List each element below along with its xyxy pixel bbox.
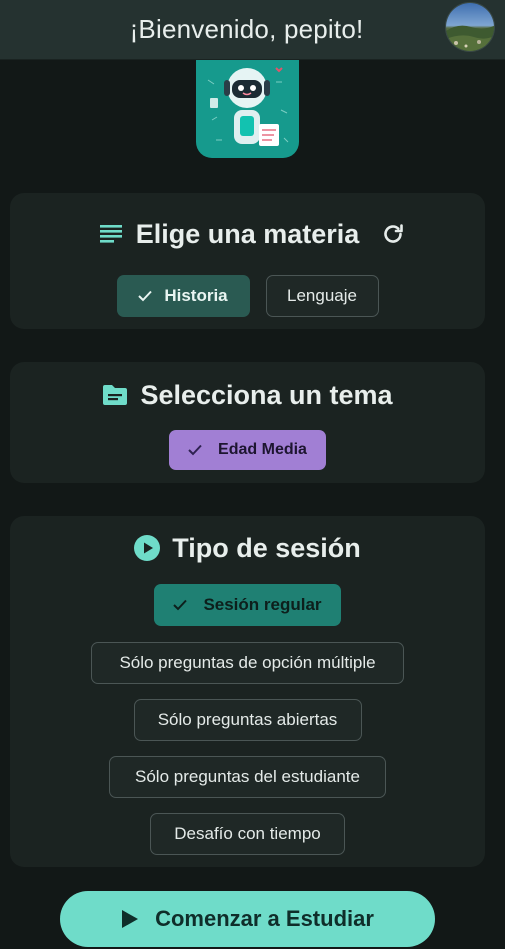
- welcome-title: ¡Bienvenido, pepito!: [129, 14, 364, 44]
- folder-icon: [102, 384, 128, 406]
- topic-chip-row: Edad Media: [10, 430, 485, 470]
- topic-chip-edad-media[interactable]: Edad Media: [169, 430, 326, 470]
- subject-chip-label: Lenguaje: [287, 286, 357, 305]
- check-icon: [138, 290, 153, 302]
- session-option-label: Sólo preguntas del estudiante: [135, 767, 360, 786]
- session-options: Sesión regular Sólo preguntas de opción …: [10, 584, 485, 855]
- session-option-student-questions[interactable]: Sólo preguntas del estudiante: [109, 756, 386, 798]
- session-option-timed-challenge[interactable]: Desafío con tiempo: [150, 813, 345, 855]
- session-option-label: Sólo preguntas abiertas: [157, 710, 338, 729]
- session-card-header: Tipo de sesión: [10, 516, 485, 566]
- subject-card-title: Elige una materia: [135, 218, 360, 249]
- topic-card-header: Selecciona un tema: [10, 362, 485, 412]
- session-option-label: Desafío con tiempo: [174, 824, 321, 843]
- subject-chip-historia[interactable]: Historia: [116, 275, 250, 317]
- subject-chip-label: Historia: [164, 286, 228, 305]
- check-icon: [173, 599, 188, 611]
- start-studying-button[interactable]: Comenzar a Estudiar: [60, 891, 435, 947]
- start-button-label: Comenzar a Estudiar: [155, 906, 374, 931]
- list-icon: [99, 225, 122, 243]
- topic-card-title: Selecciona un tema: [140, 379, 393, 410]
- session-card-title: Tipo de sesión: [172, 532, 361, 563]
- topic-card: Selecciona un tema Edad Media: [10, 362, 485, 483]
- session-type-card: Tipo de sesión Sesión regular Sólo pregu…: [10, 516, 485, 867]
- robot-mascot-image: [196, 60, 299, 158]
- session-option-regular[interactable]: Sesión regular: [154, 584, 341, 626]
- session-option-multiple-choice[interactable]: Sólo preguntas de opción múltiple: [91, 642, 404, 684]
- top-bar: ¡Bienvenido, pepito!: [0, 0, 505, 60]
- subject-chip-lenguaje[interactable]: Lenguaje: [265, 275, 379, 317]
- subject-card: Elige una materia Historia Lenguaje: [10, 193, 485, 329]
- session-option-label: Sesión regular: [203, 595, 322, 614]
- refresh-icon[interactable]: [381, 222, 405, 246]
- session-option-open-questions[interactable]: Sólo preguntas abiertas: [133, 699, 362, 741]
- topic-chip-label: Edad Media: [218, 441, 307, 458]
- check-icon: [188, 444, 202, 456]
- play-circle-icon: [134, 535, 161, 561]
- avatar[interactable]: [445, 2, 495, 52]
- play-icon: [121, 909, 139, 929]
- subject-chip-row: Historia Lenguaje: [10, 275, 485, 317]
- session-option-label: Sólo preguntas de opción múltiple: [119, 653, 376, 672]
- subject-card-header: Elige una materia: [20, 193, 485, 253]
